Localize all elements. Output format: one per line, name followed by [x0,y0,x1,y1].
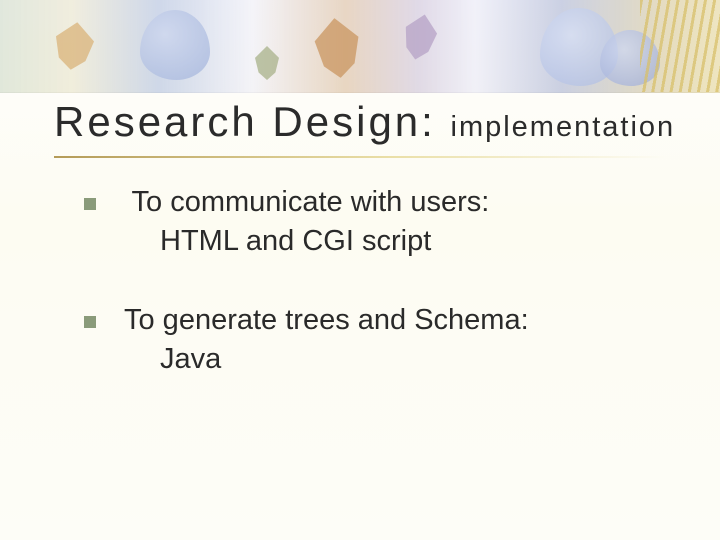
bullet-text-line2: Java [124,343,670,376]
list-item: To communicate with users: HTML and CGI … [80,186,670,258]
title-main: Research Design: [54,98,436,145]
slide: Research Design: implementation To commu… [0,0,720,540]
leaf-icon [307,15,368,80]
title-subtitle: implementation [451,111,676,143]
square-bullet-icon [84,198,96,210]
leaf-icon [47,19,101,73]
square-bullet-icon [84,316,96,328]
title-underline [54,156,666,158]
leaf-icon [396,10,445,63]
wheat-icon [640,0,720,92]
leaf-icon [252,46,282,80]
body-content: To communicate with users: HTML and CGI … [80,186,670,422]
bullet-text-line1: To generate trees and Schema: [124,304,670,337]
list-item: To generate trees and Schema: Java [80,304,670,376]
bullet-text-line1: To communicate with users: [124,186,670,219]
slide-title: Research Design: implementation [54,98,675,146]
decorative-banner [0,0,720,93]
bullet-text-line2: HTML and CGI script [124,225,670,258]
